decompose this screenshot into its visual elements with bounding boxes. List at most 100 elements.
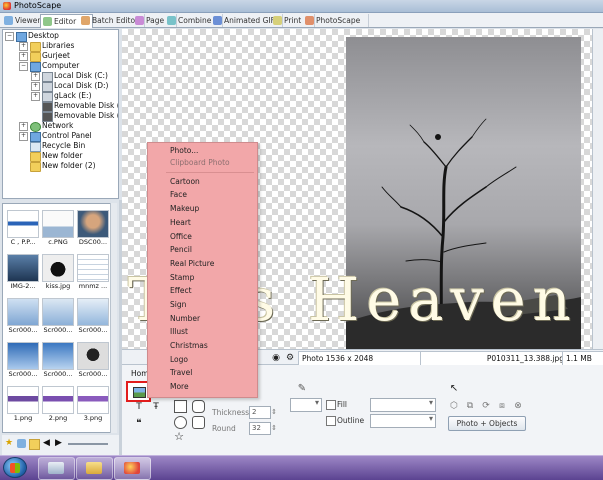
menu-item-stamp[interactable]: Stamp [170, 272, 194, 284]
folder-open-icon[interactable] [29, 439, 40, 450]
round-spin-icon[interactable]: ⇕ [268, 422, 280, 434]
menu-item-heart[interactable]: Heart [170, 217, 191, 229]
thumbnail-item[interactable]: Scr000... [75, 296, 109, 336]
delete-object-icon[interactable]: ⊗ [512, 400, 524, 412]
rotate-icon[interactable]: ⟳ [480, 400, 492, 412]
settings-icon[interactable]: ⚙ [284, 352, 296, 364]
collapse-icon[interactable]: − [19, 62, 28, 71]
group-icon[interactable]: ⬡ [448, 400, 460, 412]
thumbnail-item[interactable]: Scr000... [5, 296, 39, 336]
combine-icon [167, 16, 176, 25]
fill-color-dropdown[interactable] [370, 398, 436, 412]
windows-logo-icon [10, 463, 20, 473]
polygon-shape-icon[interactable] [192, 416, 205, 429]
menu-item-travel[interactable]: Travel [170, 367, 192, 379]
thumbnail-image [7, 342, 39, 370]
thumbnail-item[interactable]: kiss.jpg [40, 252, 74, 292]
folder-tree: − Desktop + Libraries + Gurjeet − Comput… [2, 29, 119, 199]
rounded-rect-shape-icon[interactable] [192, 400, 205, 413]
outline-checkbox[interactable] [326, 416, 336, 426]
thumbnail-item[interactable]: c.PNG [40, 208, 74, 248]
ellipse-shape-icon[interactable] [174, 416, 187, 429]
thumbnail-item[interactable]: C , P.P... [5, 208, 39, 248]
expand-icon[interactable]: + [19, 132, 28, 141]
expand-icon[interactable]: + [19, 42, 28, 51]
rectangle-shape-icon[interactable] [174, 400, 187, 413]
menu-item-pencil[interactable]: Pencil [170, 244, 192, 256]
tab-label: Print [284, 16, 302, 25]
menu-item-christmas[interactable]: Christmas [170, 340, 208, 352]
expand-icon[interactable]: + [31, 72, 40, 81]
star-icon[interactable]: ★ [5, 439, 14, 448]
save-icon[interactable]: ◉ [270, 352, 282, 364]
tab-label: Editor [54, 17, 77, 26]
select-pointer-icon[interactable]: ↖ [448, 383, 460, 395]
thumbnail-item[interactable]: IMG-2... [5, 252, 39, 292]
thumbnail-item[interactable]: Scr000... [40, 296, 74, 336]
zoom-slider[interactable] [68, 443, 108, 445]
thumbnail-scrollbar[interactable] [110, 203, 117, 433]
layer-icon[interactable]: ⧈ [496, 400, 508, 412]
refresh-icon[interactable] [17, 439, 26, 448]
expand-icon[interactable]: + [31, 92, 40, 101]
start-button[interactable] [3, 457, 27, 478]
menu-item-photo[interactable]: Photo... [170, 145, 198, 157]
menu-item-number[interactable]: Number [170, 313, 200, 325]
thumbnail-item[interactable]: Scr000... [40, 340, 74, 380]
thumbnail-caption: Scr000... [78, 370, 108, 378]
taskbar-photoscape-button[interactable] [114, 457, 151, 480]
tab-label: Animated GIF [224, 16, 275, 25]
thumbnail-item[interactable]: Scr000... [75, 340, 109, 380]
file-name-info: P010311_13.388.jpg [420, 351, 569, 366]
thumbnail-image [7, 298, 39, 326]
folder-icon [86, 462, 102, 474]
menu-item-sign[interactable]: Sign [170, 299, 186, 311]
thumbnail-item[interactable]: Scr000... [5, 340, 39, 380]
thumbnail-item[interactable]: mnmz ... [75, 252, 109, 292]
tree-item-label: New folder [42, 151, 83, 160]
menu-item-makeup[interactable]: Makeup [170, 203, 199, 215]
color-picker-icon[interactable]: ✎ [296, 383, 308, 395]
folder-icon [30, 42, 41, 52]
folder-icon [30, 52, 41, 62]
thumbnail-item[interactable]: DSC00... [75, 208, 109, 248]
taskbar-folder-button[interactable] [76, 457, 113, 480]
quote-icon[interactable]: ❝ [133, 418, 145, 430]
thumbnail-item[interactable]: 2.png [40, 384, 74, 424]
fill-label: Fill [337, 400, 348, 409]
photoscape-icon [305, 16, 314, 25]
menu-item-more[interactable]: More [170, 381, 189, 393]
tree-item-label: Removable Disk (G [54, 101, 119, 110]
menu-item-illust[interactable]: Illust [170, 326, 188, 338]
fill-checkbox[interactable] [326, 400, 336, 410]
menu-item-effect[interactable]: Effect [170, 285, 192, 297]
duplicate-icon[interactable]: ⧉ [464, 400, 476, 412]
outline-color-dropdown[interactable] [370, 414, 436, 428]
text-bubble-icon[interactable]: Ŧ [150, 401, 162, 413]
expand-icon[interactable]: + [19, 52, 28, 61]
arrow-right-icon[interactable]: ▶ [55, 439, 64, 448]
line-color-dropdown[interactable] [290, 398, 322, 412]
star-shape-icon[interactable]: ☆ [173, 431, 185, 443]
arrow-left-icon[interactable]: ◀ [43, 439, 52, 448]
photo-objects-button[interactable]: Photo + Objects [448, 416, 526, 431]
thumbnail-item[interactable]: 3.png [75, 384, 109, 424]
thumbnail-item[interactable]: 1.png [5, 384, 39, 424]
outline-label: Outline [337, 416, 365, 425]
thumbnail-image [77, 386, 109, 414]
menu-item-real-picture[interactable]: Real Picture [170, 258, 214, 270]
taskbar-explorer-button[interactable] [38, 457, 75, 480]
menu-item-logo[interactable]: Logo [170, 354, 188, 366]
menu-item-cartoon[interactable]: Cartoon [170, 176, 200, 188]
control-panel-icon [30, 132, 41, 142]
text-tool-icon[interactable]: T [133, 401, 145, 413]
menu-item-face[interactable]: Face [170, 189, 187, 201]
thickness-label: Thickness [212, 408, 250, 417]
expand-icon[interactable]: + [31, 82, 40, 91]
tab-photoscape[interactable]: PhotoScape [303, 14, 369, 27]
collapse-icon[interactable]: − [5, 32, 14, 41]
menu-item-office[interactable]: Office [170, 231, 192, 243]
editor-icon [43, 17, 52, 26]
expand-icon[interactable]: + [19, 122, 28, 131]
thickness-spin-icon[interactable]: ⇕ [268, 406, 280, 418]
